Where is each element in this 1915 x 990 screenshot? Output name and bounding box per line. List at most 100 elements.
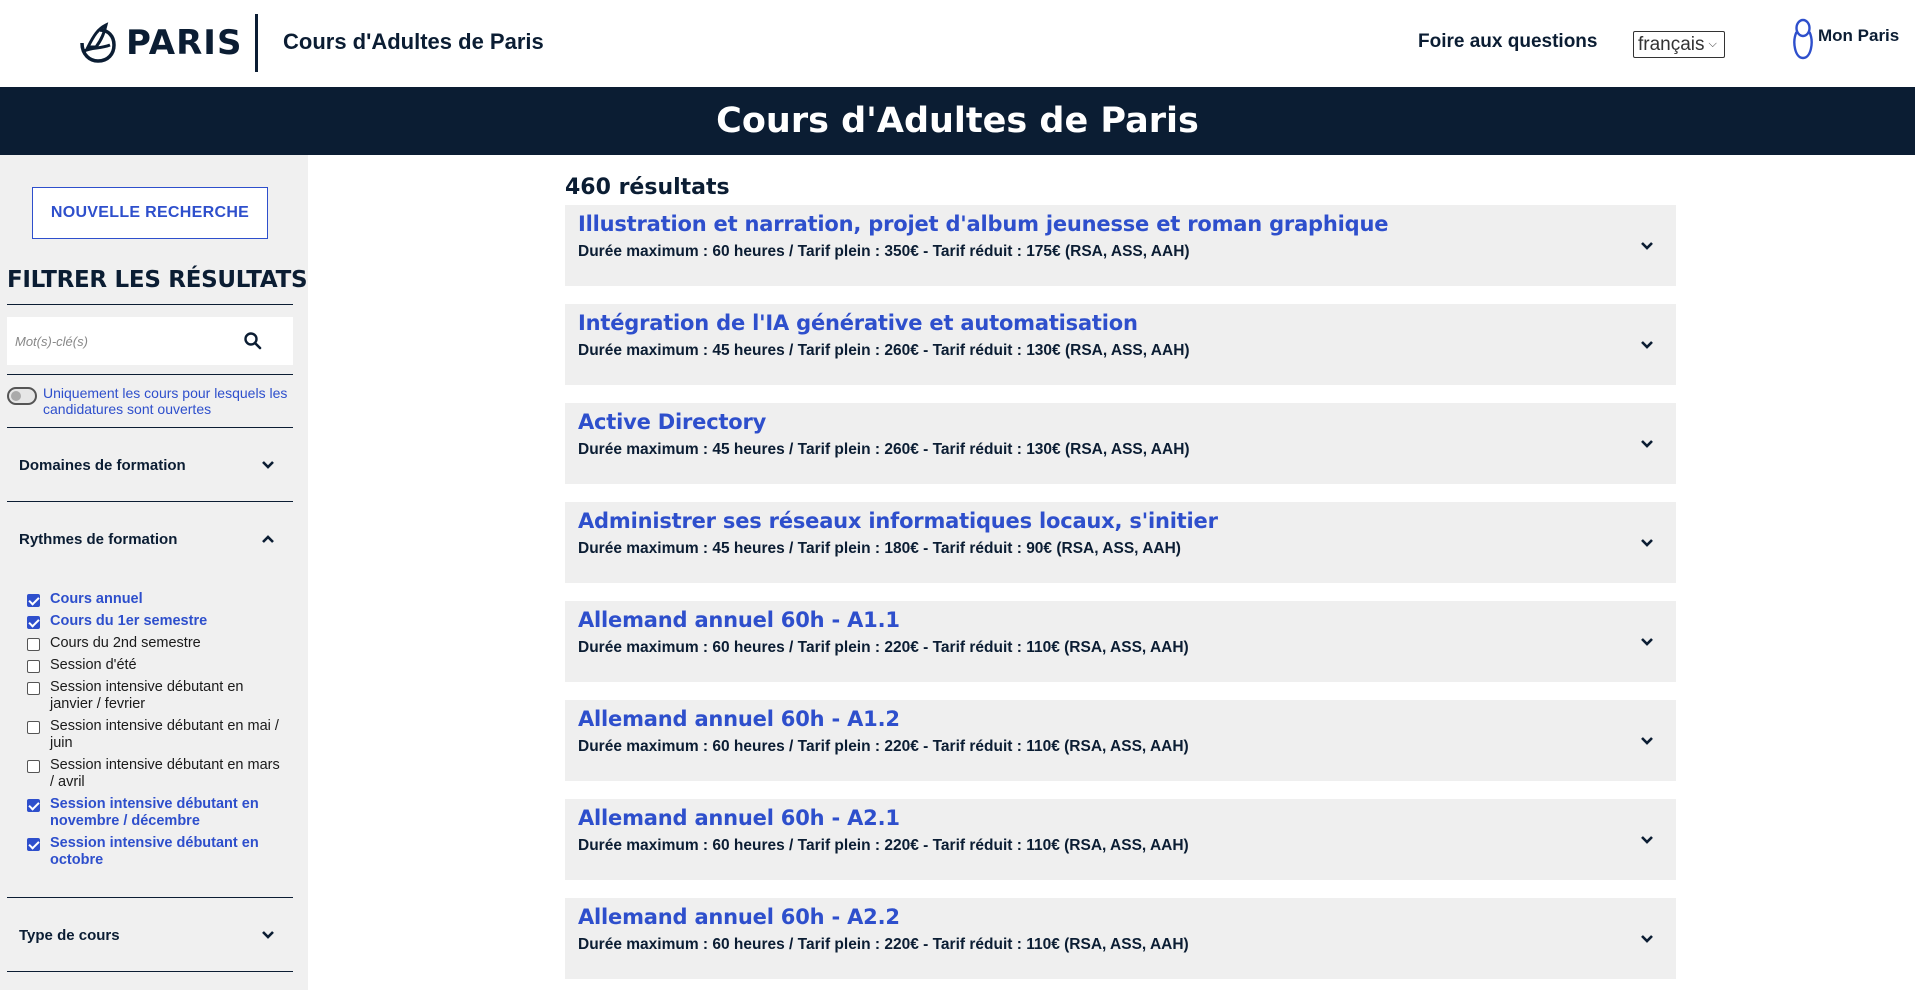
- filter-sidebar: NOUVELLE RECHERCHE FILTRER LES RÉSULTATS…: [0, 155, 308, 990]
- checkbox-label[interactable]: Session intensive débutant en octobre: [50, 835, 287, 869]
- open-applications-toggle[interactable]: [7, 387, 37, 405]
- site-title[interactable]: Cours d'Adultes de Paris: [283, 29, 544, 55]
- divider: [7, 971, 293, 972]
- checkbox[interactable]: [27, 594, 40, 607]
- course-card[interactable]: Allemand annuel 60h - A1.2 Durée maximum…: [565, 700, 1676, 781]
- checkbox[interactable]: [27, 799, 40, 812]
- checkbox-label[interactable]: Cours du 2nd semestre: [50, 635, 201, 652]
- filter-title: FILTRER LES RÉSULTATS: [7, 267, 308, 293]
- course-details: Durée maximum : 60 heures / Tarif plein …: [578, 936, 1189, 953]
- accordion-label: Type de cours: [19, 926, 120, 944]
- checkbox-label[interactable]: Session intensive débutant en novembre /…: [50, 796, 287, 830]
- checkbox-label[interactable]: Session intensive débutant en janvier / …: [50, 679, 287, 713]
- language-value: français: [1638, 33, 1705, 55]
- results-list: Illustration et narration, projet d'albu…: [565, 205, 1676, 990]
- search-icon[interactable]: [243, 331, 263, 351]
- course-title[interactable]: Allemand annuel 60h - A1.1: [578, 608, 900, 632]
- rhythm-option[interactable]: Cours du 1er semestre: [27, 613, 287, 630]
- course-title[interactable]: Administrer ses réseaux informatiques lo…: [578, 509, 1218, 533]
- paris-ship-logo-icon: [80, 22, 116, 63]
- checkbox-label[interactable]: Session d'été: [50, 657, 137, 674]
- page-title: Cours d'Adultes de Paris: [716, 101, 1199, 141]
- chevron-up-icon: [262, 535, 274, 543]
- course-card[interactable]: Allemand annuel 60h - A2.2 Durée maximum…: [565, 898, 1676, 979]
- keyword-input[interactable]: [7, 317, 237, 365]
- rhythm-option[interactable]: Session intensive débutant en mai / juin: [27, 718, 287, 752]
- accordion-label: Rythmes de formation: [19, 530, 178, 548]
- rhythm-option[interactable]: Session intensive débutant en novembre /…: [27, 796, 287, 830]
- checkbox[interactable]: [27, 721, 40, 734]
- chevron-down-icon[interactable]: [1640, 637, 1654, 647]
- logo-divider: [255, 14, 258, 72]
- paris-logo[interactable]: PARIS: [76, 20, 242, 66]
- accordion-label: Domaines de formation: [19, 456, 186, 474]
- course-details: Durée maximum : 45 heures / Tarif plein …: [578, 441, 1190, 458]
- course-card[interactable]: Intégration de l'IA générative et automa…: [565, 304, 1676, 385]
- rhythm-option[interactable]: Cours du 2nd semestre: [27, 635, 287, 652]
- course-title[interactable]: Active Directory: [578, 410, 766, 434]
- mon-paris-account[interactable]: Mon Paris: [1792, 18, 1899, 60]
- course-details: Durée maximum : 60 heures / Tarif plein …: [578, 243, 1190, 260]
- chevron-down-icon[interactable]: [1640, 241, 1654, 251]
- language-select[interactable]: français ⌵: [1633, 31, 1725, 58]
- rhythm-option[interactable]: Session intensive débutant en octobre: [27, 835, 287, 869]
- checkbox[interactable]: [27, 760, 40, 773]
- course-card[interactable]: Administrer ses réseaux informatiques lo…: [565, 502, 1676, 583]
- chevron-down-icon[interactable]: [1640, 736, 1654, 746]
- accordion-domaines[interactable]: Domaines de formation: [19, 445, 275, 485]
- chevron-down-icon[interactable]: [1640, 538, 1654, 548]
- checkbox-label[interactable]: Cours du 1er semestre: [50, 613, 207, 630]
- course-title[interactable]: Intégration de l'IA générative et automa…: [578, 311, 1138, 335]
- chevron-down-icon[interactable]: [1640, 835, 1654, 845]
- divider: [7, 501, 293, 502]
- course-card[interactable]: Active Directory Durée maximum : 45 heur…: [565, 403, 1676, 484]
- checkbox[interactable]: [27, 682, 40, 695]
- divider: [7, 374, 293, 375]
- course-title[interactable]: Illustration et narration, projet d'albu…: [578, 212, 1388, 236]
- course-details: Durée maximum : 45 heures / Tarif plein …: [578, 540, 1181, 557]
- course-title[interactable]: Allemand annuel 60h - A1.2: [578, 707, 900, 731]
- course-title[interactable]: Allemand annuel 60h - A2.2: [578, 905, 900, 929]
- chevron-down-icon[interactable]: [1640, 340, 1654, 350]
- open-applications-toggle-row[interactable]: Uniquement les cours pour lesquels les c…: [7, 385, 297, 417]
- rhythm-option[interactable]: Session intensive débutant en janvier / …: [27, 679, 287, 713]
- new-search-button[interactable]: NOUVELLE RECHERCHE: [32, 187, 268, 239]
- divider: [7, 427, 293, 428]
- course-details: Durée maximum : 60 heures / Tarif plein …: [578, 639, 1189, 656]
- checkbox-label[interactable]: Cours annuel: [50, 591, 143, 608]
- checkbox-label[interactable]: Session intensive débutant en mars / avr…: [50, 757, 287, 791]
- course-details: Durée maximum : 45 heures / Tarif plein …: [578, 342, 1190, 359]
- rhythm-option[interactable]: Session d'été: [27, 657, 287, 674]
- checkbox[interactable]: [27, 838, 40, 851]
- checkbox[interactable]: [27, 660, 40, 673]
- mon-paris-user-icon: [1793, 18, 1813, 60]
- keyword-search: [7, 317, 293, 365]
- course-card[interactable]: Allemand annuel 60h - A2.1 Durée maximum…: [565, 799, 1676, 880]
- course-details: Durée maximum : 60 heures / Tarif plein …: [578, 837, 1189, 854]
- toggle-knob: [11, 391, 21, 401]
- course-title[interactable]: Allemand annuel 60h - A2.1: [578, 806, 900, 830]
- checkbox[interactable]: [27, 638, 40, 651]
- course-card[interactable]: Illustration et narration, projet d'albu…: [565, 205, 1676, 286]
- course-card[interactable]: Allemand annuel 60h - A1.1 Durée maximum…: [565, 601, 1676, 682]
- top-header: PARIS Cours d'Adultes de Paris Foire aux…: [0, 0, 1915, 87]
- accordion-type-de-cours[interactable]: Type de cours: [19, 915, 275, 955]
- checkbox-label[interactable]: Session intensive débutant en mai / juin: [50, 718, 287, 752]
- accordion-rythmes[interactable]: Rythmes de formation: [19, 519, 275, 559]
- faq-link[interactable]: Foire aux questions: [1418, 31, 1597, 53]
- chevron-down-icon: [262, 931, 274, 939]
- open-applications-toggle-label[interactable]: Uniquement les cours pour lesquels les c…: [43, 385, 297, 417]
- divider: [7, 897, 293, 898]
- divider: [7, 304, 293, 305]
- hero-banner: Cours d'Adultes de Paris: [0, 87, 1915, 155]
- rhythm-options: Cours annuel Cours du 1er semestre Cours…: [27, 591, 287, 874]
- rhythm-option[interactable]: Session intensive débutant en mars / avr…: [27, 757, 287, 791]
- chevron-down-icon[interactable]: [1640, 439, 1654, 449]
- chevron-down-icon: [262, 461, 274, 469]
- chevron-down-icon: ⌵: [1708, 38, 1717, 50]
- checkbox[interactable]: [27, 616, 40, 629]
- mon-paris-label: Mon Paris: [1818, 26, 1900, 45]
- results-count: 460 résultats: [565, 175, 730, 200]
- chevron-down-icon[interactable]: [1640, 934, 1654, 944]
- rhythm-option[interactable]: Cours annuel: [27, 591, 287, 608]
